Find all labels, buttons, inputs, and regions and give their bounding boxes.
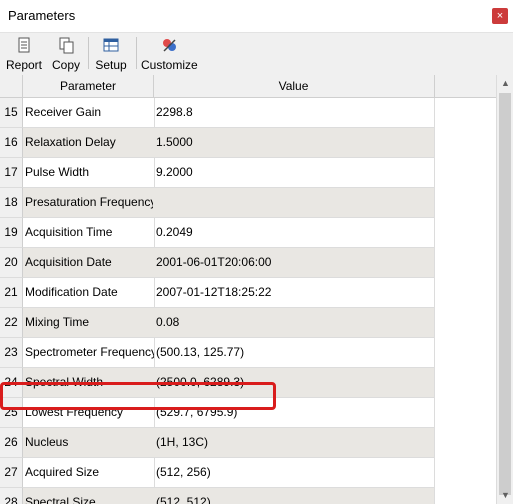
parameter-column-header[interactable]: Parameter <box>23 75 154 97</box>
table-row[interactable]: 22 Mixing Time 0.08 <box>0 308 496 338</box>
table-row[interactable]: 28 Spectral Size (512, 512) <box>0 488 496 504</box>
table-row[interactable]: 17 Pulse Width 9.2000 <box>0 158 496 188</box>
value-cell[interactable]: (2500.0, 6289.3) <box>153 368 435 398</box>
row-number: 27 <box>0 458 23 488</box>
value-cell[interactable]: 9.2000 <box>153 158 435 188</box>
row-number: 20 <box>0 248 23 278</box>
row-number: 22 <box>0 308 23 338</box>
value-cell[interactable] <box>153 188 435 218</box>
parameter-cell[interactable]: Acquisition Time <box>23 218 155 248</box>
table-row[interactable]: 15 Receiver Gain 2298.8 <box>0 98 496 128</box>
row-number: 28 <box>0 488 23 504</box>
parameter-cell[interactable]: Presaturation Frequency <box>23 188 155 218</box>
row-number: 23 <box>0 338 23 368</box>
row-number: 18 <box>0 188 23 218</box>
copy-icon <box>59 37 74 54</box>
row-number: 26 <box>0 428 23 458</box>
table-row[interactable]: 25 Lowest Frequency (529.7, 6795.9) <box>0 398 496 428</box>
report-button[interactable]: Report <box>4 33 44 73</box>
parameter-cell[interactable]: Mixing Time <box>23 308 155 338</box>
value-cell[interactable]: 0.08 <box>153 308 435 338</box>
row-number: 17 <box>0 158 23 188</box>
close-button[interactable]: × <box>492 8 508 24</box>
toolbar-separator <box>88 37 89 69</box>
scroll-down-arrow[interactable]: ▼ <box>497 487 513 504</box>
parameter-cell[interactable]: Pulse Width <box>23 158 155 188</box>
value-cell[interactable]: (512, 512) <box>153 488 435 504</box>
value-cell[interactable]: 0.2049 <box>153 218 435 248</box>
table-row[interactable]: 20 Acquisition Date 2001-06-01T20:06:00 <box>0 248 496 278</box>
table-row[interactable]: 26 Nucleus (1H, 13C) <box>0 428 496 458</box>
value-cell[interactable]: (500.13, 125.77) <box>153 338 435 368</box>
row-number: 25 <box>0 398 23 428</box>
parameter-cell[interactable]: Acquired Size <box>23 458 155 488</box>
value-cell[interactable]: 2001-06-01T20:06:00 <box>153 248 435 278</box>
toolbar-separator <box>136 37 137 69</box>
value-cell[interactable]: (512, 256) <box>153 458 435 488</box>
value-cell[interactable]: 2298.8 <box>153 98 435 128</box>
table-row[interactable]: 24 Spectral Width (2500.0, 6289.3) <box>0 368 496 398</box>
table-row[interactable]: 18 Presaturation Frequency <box>0 188 496 218</box>
report-label: Report <box>5 58 43 72</box>
customize-label: Customize <box>141 58 198 72</box>
parameter-cell[interactable]: Lowest Frequency <box>23 398 155 428</box>
toolbar: Report Copy Setup Customize <box>0 33 513 73</box>
scroll-thumb[interactable] <box>499 93 511 495</box>
title-bar: Parameters × <box>0 0 513 33</box>
value-cell[interactable]: 2007-01-12T18:25:22 <box>153 278 435 308</box>
parameter-cell[interactable]: Spectral Width <box>23 368 155 398</box>
parameter-cell[interactable]: Acquisition Date <box>23 248 155 278</box>
value-cell[interactable]: 1.5000 <box>153 128 435 158</box>
table-row[interactable]: 16 Relaxation Delay 1.5000 <box>0 128 496 158</box>
row-number: 15 <box>0 98 23 128</box>
vertical-scrollbar[interactable]: ▲ ▼ <box>496 75 513 504</box>
scroll-up-arrow[interactable]: ▲ <box>497 75 513 92</box>
parameter-cell[interactable]: Nucleus <box>23 428 155 458</box>
parameter-cell[interactable]: Modification Date <box>23 278 155 308</box>
table-row[interactable]: 27 Acquired Size (512, 256) <box>0 458 496 488</box>
report-icon <box>18 37 30 53</box>
table-setup-icon <box>103 38 119 52</box>
table-row[interactable]: 21 Modification Date 2007-01-12T18:25:22 <box>0 278 496 308</box>
parameters-table: Parameter Value 15 Receiver Gain 2298.8 16 R… <box>0 75 496 504</box>
row-number: 21 <box>0 278 23 308</box>
window-title: Parameters <box>8 8 76 23</box>
table-row[interactable]: 23 Spectrometer Frequency (500.13, 125.77) <box>0 338 496 368</box>
row-number: 24 <box>0 368 23 398</box>
value-cell[interactable]: (529.7, 6795.9) <box>153 398 435 428</box>
setup-label: Setup <box>95 58 127 72</box>
parameter-cell[interactable]: Receiver Gain <box>23 98 155 128</box>
value-column-header[interactable]: Value <box>153 75 435 97</box>
customize-button[interactable]: Customize <box>141 33 198 73</box>
table-row[interactable]: 19 Acquisition Time 0.2049 <box>0 218 496 248</box>
copy-button[interactable]: Copy <box>48 33 84 73</box>
parameter-cell[interactable]: Spectrometer Frequency <box>23 338 155 368</box>
row-number: 19 <box>0 218 23 248</box>
row-number-header <box>0 75 23 97</box>
customize-icon <box>163 39 176 52</box>
parameter-cell[interactable]: Spectral Size <box>23 488 155 504</box>
table-header: Parameter Value <box>0 75 496 98</box>
value-cell[interactable]: (1H, 13C) <box>153 428 435 458</box>
copy-label: Copy <box>51 58 80 72</box>
setup-button[interactable]: Setup <box>92 33 130 73</box>
parameter-cell[interactable]: Relaxation Delay <box>23 128 155 158</box>
row-number: 16 <box>0 128 23 158</box>
